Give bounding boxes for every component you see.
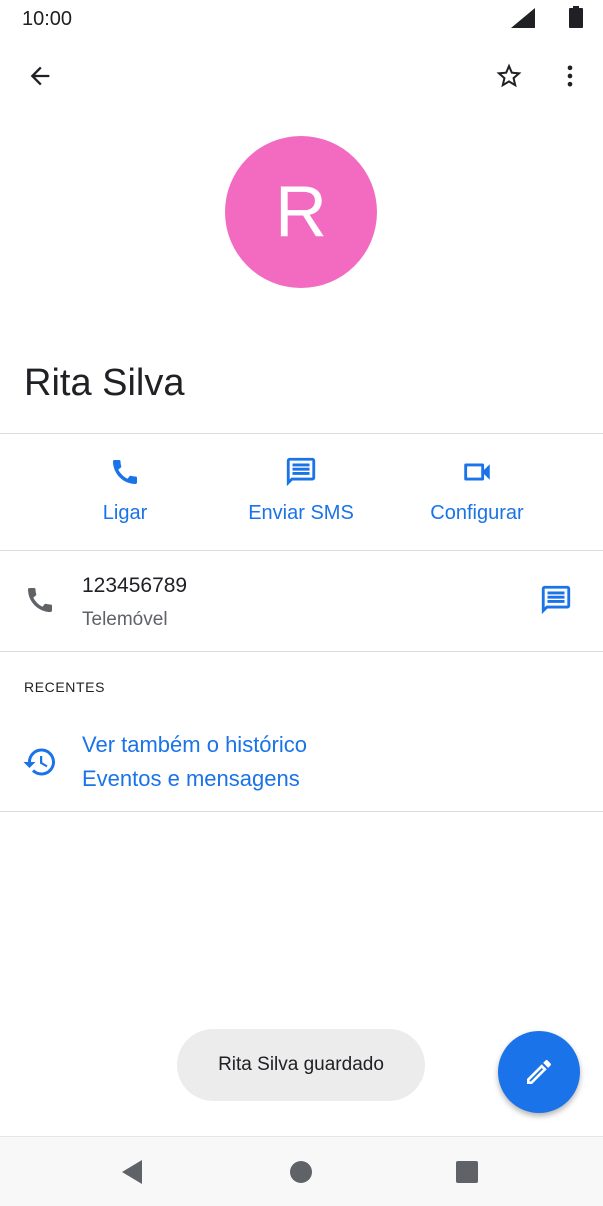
history-subtitle: Eventos e mensagens <box>82 766 300 791</box>
back-button[interactable] <box>14 52 66 100</box>
setup-video-action-label: Configurar <box>430 502 524 524</box>
contact-avatar: R <box>225 136 377 288</box>
nav-home-button[interactable] <box>271 1151 331 1193</box>
recents-section-header: RECENTES <box>24 679 106 695</box>
favorite-button[interactable] <box>484 52 534 100</box>
divider <box>0 433 603 434</box>
divider <box>0 550 603 551</box>
more-vert-icon <box>567 65 573 87</box>
message-icon <box>541 585 571 615</box>
battery-icon <box>569 6 583 28</box>
nav-recents-icon <box>456 1161 478 1183</box>
history-icon <box>23 748 55 776</box>
saved-toast: Rita Silva guardado <box>177 1029 425 1101</box>
phone-type-label: Telemóvel <box>82 609 168 630</box>
toast-text: Rita Silva guardado <box>218 1054 384 1075</box>
phone-icon <box>28 588 52 612</box>
call-action-label: Ligar <box>102 502 148 524</box>
divider <box>0 811 603 812</box>
history-row[interactable]: Ver também o histórico Eventos e mensage… <box>0 720 603 806</box>
contact-details-screen: 10:00 R Rita Silva Ligar Enviar SMS Conf… <box>0 0 603 1206</box>
history-link: Ver também o histórico <box>82 732 307 757</box>
contact-name: Rita Silva <box>24 362 185 404</box>
edit-contact-fab[interactable] <box>498 1031 580 1113</box>
star-outline-icon <box>496 63 522 88</box>
signal-icon <box>511 8 535 28</box>
sms-action-label: Enviar SMS <box>248 502 354 524</box>
sms-action-button[interactable]: Enviar SMS <box>221 452 381 542</box>
avatar-initial: R <box>275 172 327 252</box>
nav-back-icon <box>122 1160 142 1184</box>
status-time: 10:00 <box>22 8 73 30</box>
videocam-icon <box>464 463 490 481</box>
phone-icon <box>113 460 137 484</box>
arrow-back-icon <box>30 66 50 86</box>
status-bar: 10:00 <box>0 0 603 36</box>
divider <box>0 651 603 652</box>
message-icon <box>286 457 316 487</box>
system-navigation-bar <box>0 1136 603 1206</box>
phone-number-row[interactable]: 123456789 Telemóvel <box>0 552 603 650</box>
send-sms-button[interactable] <box>530 576 582 624</box>
edit-pencil-icon <box>527 1059 552 1084</box>
more-options-button[interactable] <box>548 52 592 100</box>
setup-video-action-button[interactable]: Configurar <box>397 452 557 542</box>
call-action-button[interactable]: Ligar <box>45 452 205 542</box>
phone-number: 123456789 <box>82 574 188 597</box>
nav-recents-button[interactable] <box>437 1151 497 1193</box>
nav-back-button[interactable] <box>102 1151 162 1193</box>
nav-home-icon <box>290 1161 312 1183</box>
